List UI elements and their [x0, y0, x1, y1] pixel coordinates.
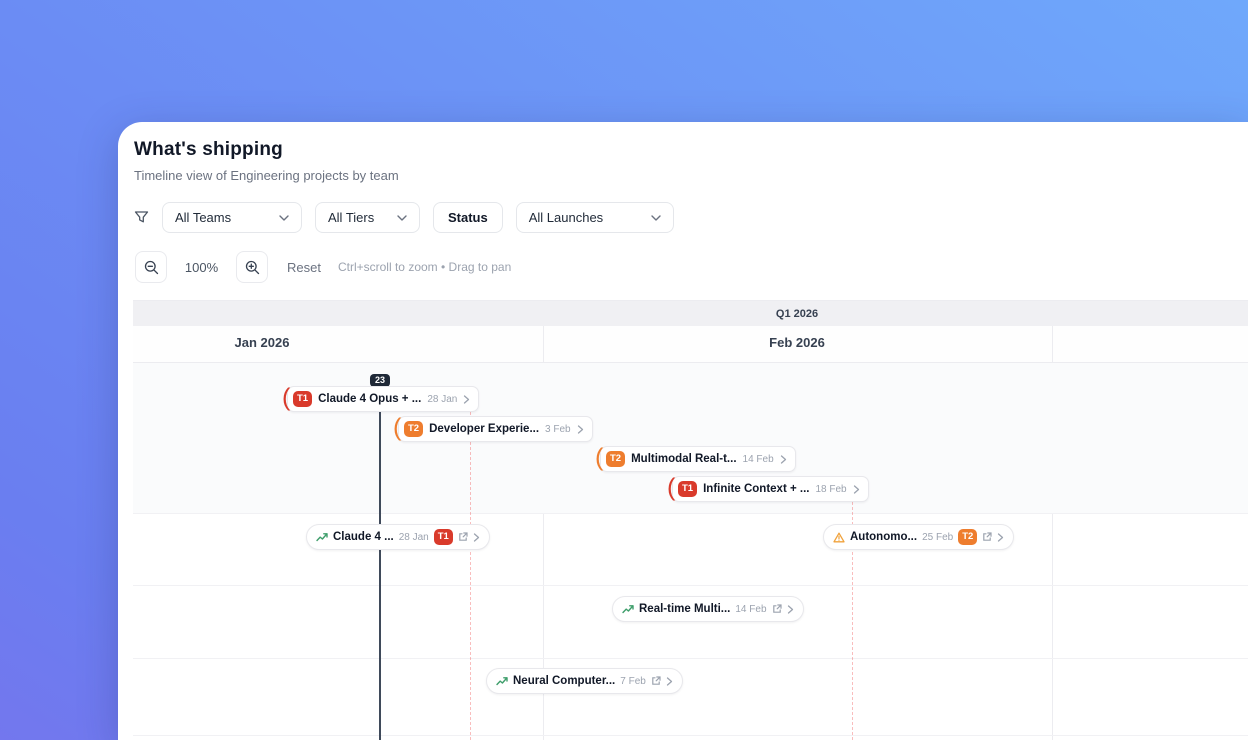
trend-up-icon [496, 676, 508, 686]
zoom-level: 100% [184, 259, 219, 275]
chevron-right-icon [997, 532, 1004, 542]
page-subtitle: Timeline view of Engineering projects by… [134, 168, 399, 183]
launch-date: 25 Feb [922, 531, 954, 543]
launches-filter-value: All Launches [528, 210, 604, 225]
month-label-feb: Feb 2026 [769, 335, 825, 350]
launch-card-neural-computer[interactable]: Neural Computer... 7 Feb [486, 668, 683, 694]
launch-card-realtime-multimodal[interactable]: Real-time Multi... 14 Feb [612, 596, 804, 622]
filter-funnel-icon [134, 210, 149, 225]
external-link-icon [772, 604, 782, 614]
launch-title: Real-time Multi... [639, 603, 731, 615]
chevron-right-icon [787, 604, 794, 614]
project-title: Claude 4 Opus + ... [318, 393, 422, 405]
project-card-multimodal-realtime[interactable]: ( T2 Multimodal Real-t... 14 Feb [595, 445, 796, 472]
lane-separator [133, 658, 1248, 659]
quarter-header-bar: Q1 2026 [133, 300, 1248, 326]
chevron-right-icon [473, 532, 480, 542]
project-title: Infinite Context + ... [703, 483, 810, 495]
launch-title: Neural Computer... [513, 675, 616, 687]
project-card-infinite-context[interactable]: ( T1 Infinite Context + ... 18 Feb [667, 475, 869, 502]
trend-up-icon [316, 532, 328, 542]
timeline-canvas[interactable]: Q1 2026 Jan 2026 Feb 2026 23 ( T1 Claude… [133, 300, 1248, 740]
launch-date: 28 Jan [398, 531, 429, 543]
zoom-in-button[interactable] [236, 251, 268, 283]
launches-filter-dropdown[interactable]: All Launches [515, 202, 674, 233]
chevron-down-icon [651, 214, 661, 221]
filter-bar: All Teams All Tiers Status All Launches [134, 202, 674, 233]
chevron-right-icon [780, 454, 787, 464]
zoom-hint-text: Ctrl+scroll to zoom • Drag to pan [337, 260, 512, 274]
chevron-right-icon [853, 484, 860, 494]
launch-date: 14 Feb [735, 603, 767, 615]
teams-filter-value: All Teams [175, 210, 232, 225]
tier-bracket-icon: ( [282, 383, 291, 412]
tier-bracket-icon: ( [393, 413, 402, 442]
external-link-icon [458, 532, 468, 542]
project-card-claude-4-opus[interactable]: ( T1 Claude 4 Opus + ... 28 Jan [282, 385, 480, 412]
launch-title: Claude 4 ... [333, 531, 394, 543]
tier-badge: T2 [404, 421, 424, 437]
tier-badge: T1 [678, 481, 698, 497]
zoom-reset-button[interactable]: Reset [287, 260, 321, 275]
chevron-right-icon [463, 394, 470, 404]
chevron-down-icon [397, 214, 407, 221]
tiers-filter-dropdown[interactable]: All Tiers [315, 202, 420, 233]
launch-title: Autonomo... [850, 531, 918, 543]
trend-up-icon [622, 604, 634, 614]
status-filter-button[interactable]: Status [433, 202, 503, 233]
whats-shipping-panel: What's shipping Timeline view of Enginee… [118, 122, 1248, 740]
tier-bracket-icon: ( [595, 443, 604, 472]
chevron-down-icon [279, 214, 289, 221]
deadline-dashed-line [470, 412, 471, 740]
month-header-row: Jan 2026 Feb 2026 [133, 326, 1248, 363]
chevron-right-icon [666, 676, 673, 686]
project-date: 14 Feb [742, 453, 774, 465]
teams-filter-dropdown[interactable]: All Teams [162, 202, 302, 233]
month-label-jan: Jan 2026 [234, 335, 290, 350]
today-marker-line [379, 385, 381, 740]
launch-date: 7 Feb [620, 675, 646, 687]
external-link-icon [651, 676, 661, 686]
project-title: Developer Experie... [429, 423, 540, 435]
project-title: Multimodal Real-t... [631, 453, 737, 465]
tier-badge: T2 [606, 451, 626, 467]
tier-bracket-icon: ( [667, 473, 676, 502]
project-date: 3 Feb [545, 423, 571, 435]
project-card-developer-experience[interactable]: ( T2 Developer Experie... 3 Feb [393, 415, 593, 442]
warning-triangle-icon [833, 532, 845, 543]
launch-card-autonomous[interactable]: Autonomo... 25 Feb T2 [823, 524, 1015, 550]
launch-card-claude-4[interactable]: Claude 4 ... 28 Jan T1 [306, 524, 490, 550]
zoom-in-icon [245, 260, 259, 274]
project-date: 28 Jan [427, 393, 458, 405]
tier-badge: T1 [293, 391, 313, 407]
page-title: What's shipping [134, 139, 283, 160]
project-date: 18 Feb [815, 483, 847, 495]
chevron-right-icon [577, 424, 584, 434]
lane-separator [133, 735, 1248, 736]
quarter-label: Q1 2026 [775, 308, 819, 320]
lane-separator [133, 513, 1248, 514]
zoom-toolbar: 100% Reset Ctrl+scroll to zoom • Drag to… [135, 251, 511, 283]
lane-separator [133, 585, 1248, 586]
zoom-out-button[interactable] [135, 251, 167, 283]
tier-badge: T2 [958, 529, 978, 545]
tiers-filter-value: All Tiers [328, 210, 375, 225]
external-link-icon [982, 532, 992, 542]
zoom-out-icon [144, 260, 158, 274]
tier-badge: T1 [433, 529, 453, 545]
